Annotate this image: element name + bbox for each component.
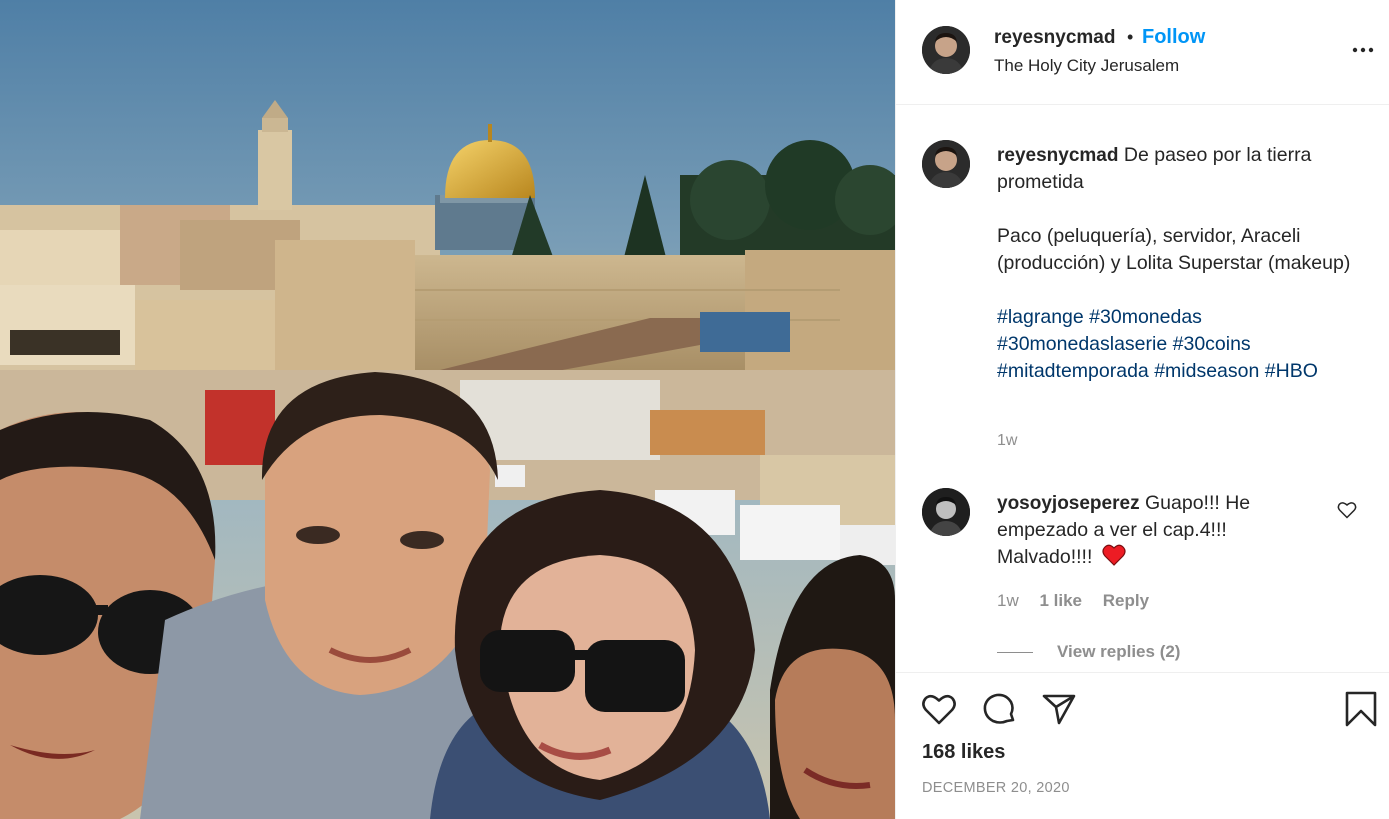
caption-timestamp[interactable]: 1w bbox=[997, 432, 1017, 450]
post-caption: reyesnycmad De paseo por la tierra prome… bbox=[997, 142, 1367, 385]
hashtag-link[interactable]: #mitadtemporada bbox=[997, 360, 1149, 382]
comment-body: yosoyjoseperez Guapo!!! He empezado a ve… bbox=[997, 490, 1327, 574]
post-photo[interactable] bbox=[0, 0, 895, 819]
comment-heart-icon[interactable] bbox=[1337, 500, 1357, 520]
comment-like-count[interactable]: 1 like bbox=[1039, 591, 1082, 610]
hashtag-link[interactable]: #30coins bbox=[1173, 333, 1251, 355]
commenter-username[interactable]: yosoyjoseperez bbox=[997, 493, 1140, 514]
hashtag-list: #lagrange #30monedas #30monedaslaserie #… bbox=[997, 306, 1318, 382]
reply-button[interactable]: Reply bbox=[1103, 591, 1149, 610]
more-options-icon[interactable] bbox=[1351, 38, 1375, 62]
post-actions: 168 likes DECEMBER 20, 2020 bbox=[896, 672, 1389, 819]
author-username[interactable]: reyesnycmad bbox=[994, 27, 1115, 49]
comments-section[interactable]: reyesnycmad De paseo por la tierra prome… bbox=[896, 106, 1389, 671]
view-replies-label: View replies (2) bbox=[1057, 642, 1181, 661]
share-icon[interactable] bbox=[1040, 690, 1078, 728]
comment-meta: 1w 1 like Reply bbox=[997, 591, 1165, 611]
comment-timestamp[interactable]: 1w bbox=[997, 591, 1019, 610]
hashtag-link[interactable]: #30monedas bbox=[1089, 306, 1202, 328]
hashtag-link[interactable]: #lagrange bbox=[997, 306, 1084, 328]
hashtag-link[interactable]: #midseason bbox=[1154, 360, 1259, 382]
heart-outline-icon[interactable] bbox=[920, 690, 958, 728]
view-replies-button[interactable]: View replies (2) bbox=[997, 642, 1180, 662]
comment-icon[interactable] bbox=[980, 690, 1018, 728]
caption-username[interactable]: reyesnycmad bbox=[997, 145, 1118, 166]
follow-button[interactable]: Follow bbox=[1142, 26, 1205, 49]
replies-divider-line bbox=[997, 652, 1033, 654]
caption-author-avatar[interactable] bbox=[922, 140, 970, 188]
hashtag-link[interactable]: #HBO bbox=[1265, 360, 1318, 382]
photo-illustration bbox=[0, 0, 895, 819]
post-header: reyesnycmad • Follow The Holy City Jerus… bbox=[896, 0, 1389, 105]
location-link[interactable]: The Holy City Jerusalem bbox=[994, 56, 1179, 76]
hashtag-link[interactable]: #30monedaslaserie bbox=[997, 333, 1167, 355]
red-heart-emoji bbox=[1102, 544, 1126, 574]
likes-count[interactable]: 168 likes bbox=[922, 741, 1005, 764]
author-avatar[interactable] bbox=[922, 26, 970, 74]
separator-dot: • bbox=[1127, 27, 1134, 47]
commenter-avatar[interactable] bbox=[922, 488, 970, 536]
post-date[interactable]: DECEMBER 20, 2020 bbox=[922, 780, 1070, 796]
caption-text-2: Paco (peluquería), servidor, Araceli (pr… bbox=[997, 225, 1351, 274]
bookmark-icon[interactable] bbox=[1342, 690, 1380, 728]
post-detail-panel: reyesnycmad • Follow The Holy City Jerus… bbox=[895, 0, 1389, 819]
